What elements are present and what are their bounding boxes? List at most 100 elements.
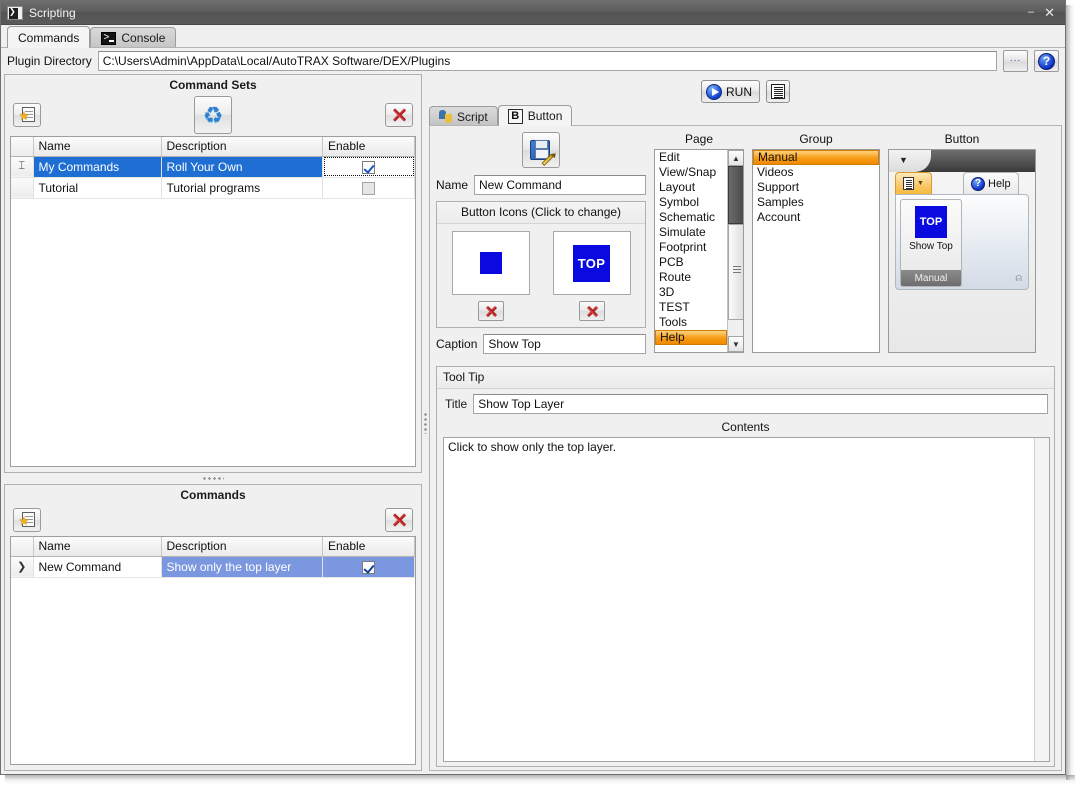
list-item[interactable]: Edit (655, 150, 727, 165)
list-item[interactable]: Symbol (655, 195, 727, 210)
list-item[interactable]: 3D (655, 285, 727, 300)
delete-large-icon-button[interactable] (578, 301, 605, 321)
list-item[interactable]: Route (655, 270, 727, 285)
list-item[interactable]: Simulate (655, 225, 727, 240)
list-item[interactable]: Samples (753, 195, 879, 210)
run-button[interactable]: RUN (701, 80, 760, 103)
list-item[interactable]: Support (753, 180, 879, 195)
expand-icon[interactable]: ⍝ (1015, 272, 1022, 285)
minimize-button[interactable]: – (1028, 7, 1034, 18)
left-pane: Command Sets ★ ♻ Name Description Enable… (4, 74, 422, 771)
tab-button[interactable]: B Button (497, 105, 573, 126)
delete-command-button[interactable] (385, 508, 413, 532)
new-item-icon: ★ (19, 106, 36, 124)
close-button[interactable]: ✕ (1044, 6, 1055, 19)
list-item[interactable]: Layout (655, 180, 727, 195)
cell-description[interactable]: Show only the top layer (161, 556, 323, 578)
list-item[interactable]: PCB (655, 255, 727, 270)
list-item[interactable]: Schematic (655, 210, 727, 225)
refresh-command-sets-button[interactable]: ♻ (194, 96, 232, 134)
cell-enable[interactable] (322, 556, 415, 578)
console-icon (101, 31, 117, 45)
tab-commands[interactable]: Commands (7, 26, 91, 48)
cell-name[interactable]: My Commands (33, 156, 162, 178)
list-item[interactable]: TEST (655, 300, 727, 315)
tooltip-title-input[interactable]: Show Top Layer (473, 394, 1048, 414)
scrollbar-thumb-upper[interactable] (728, 166, 743, 224)
tab-script[interactable]: Script (429, 106, 498, 126)
list-item[interactable]: Footprint (655, 240, 727, 255)
ribbon-button-icon[interactable]: TOP (915, 206, 947, 238)
caption-input[interactable]: Show Top (483, 334, 646, 354)
enable-checkbox[interactable] (362, 560, 375, 574)
command-sets-grid[interactable]: Name Description Enable ⌶ My Commands Ro… (10, 136, 416, 467)
list-item-selected[interactable]: Help (655, 330, 727, 345)
button-tab-body: Name New Command Button Icons (Click to … (429, 126, 1062, 771)
new-command-set-button[interactable]: ★ (13, 103, 41, 127)
page-listbox[interactable]: Edit View/Snap Layout Symbol Schematic S… (654, 149, 744, 353)
table-row[interactable]: ⌶ My Commands Roll Your Own (11, 156, 415, 178)
page-list-scrollbar[interactable]: ▲ ▼ (727, 150, 743, 352)
name-input[interactable]: New Command (474, 175, 646, 195)
delete-command-set-button[interactable] (385, 103, 413, 127)
save-icon (529, 138, 554, 167)
browse-button[interactable]: ... (1003, 50, 1028, 72)
row-indicator (11, 177, 34, 199)
delete-x-icon (391, 512, 407, 528)
document-icon (903, 177, 914, 190)
table-row[interactable]: ❯ New Command Show only the top layer (11, 556, 415, 578)
splitter-grip (424, 411, 427, 434)
table-row[interactable]: Tutorial Tutorial programs (11, 177, 415, 199)
ribbon-button-caption: Show Top (909, 241, 953, 252)
log-button[interactable] (766, 80, 790, 103)
browse-button-label: ... (1009, 52, 1022, 64)
group-listbox[interactable]: Manual Videos Support Samples Account (752, 149, 880, 353)
enable-checkbox[interactable] (362, 160, 375, 174)
large-icon-preview[interactable]: TOP (552, 231, 631, 295)
list-item[interactable]: Account (753, 210, 879, 225)
cell-name[interactable]: Tutorial (33, 177, 162, 199)
commands-toolbar: ★ (5, 504, 421, 536)
cell-description[interactable]: Tutorial programs (161, 177, 323, 199)
scrollbar-thumb[interactable] (728, 224, 743, 320)
list-item-selected[interactable]: Manual (753, 150, 879, 165)
tab-console[interactable]: Console (90, 27, 177, 48)
window-shadow-right (1066, 5, 1075, 780)
col-enable: Enable (322, 137, 415, 157)
tooltip-contents-editor[interactable]: Click to show only the top layer. (443, 437, 1050, 762)
tooltip-scrollbar[interactable] (1034, 438, 1049, 761)
col-name: Name (33, 537, 162, 557)
list-item[interactable]: View/Snap (655, 165, 727, 180)
small-icon-preview[interactable] (451, 231, 530, 295)
horizontal-splitter[interactable] (4, 473, 422, 484)
tooltip-contents-text[interactable]: Click to show only the top layer. (444, 438, 1034, 761)
large-icon-cell: TOP (552, 231, 631, 321)
scroll-up-icon[interactable]: ▲ (728, 150, 743, 166)
new-command-button[interactable]: ★ (13, 508, 41, 532)
cell-description[interactable]: Roll Your Own (161, 156, 323, 178)
tab-console-label: Console (121, 31, 166, 45)
screenshot-root: Scripting – ✕ Commands Console Plugin Di… (0, 0, 1081, 788)
commands-grid[interactable]: Name Description Enable ❯ New Command Sh… (10, 536, 416, 765)
list-item[interactable]: Videos (753, 165, 879, 180)
cell-enable[interactable] (322, 156, 415, 178)
cell-name[interactable]: New Command (33, 556, 162, 578)
save-button[interactable] (522, 132, 560, 168)
list-item[interactable]: Tools (655, 315, 727, 330)
page-list-items: Edit View/Snap Layout Symbol Schematic S… (655, 150, 727, 352)
help-button[interactable]: ? (1034, 50, 1059, 72)
vertical-splitter[interactable] (422, 74, 429, 771)
cell-enable[interactable] (322, 177, 415, 199)
delete-small-icon-button[interactable] (477, 301, 504, 321)
plugin-directory-input[interactable]: C:\Users\Admin\AppData\Local/AutoTRAX So… (97, 51, 997, 71)
group-list-items: Manual Videos Support Samples Account (753, 150, 879, 352)
table-header-row: Name Description Enable (11, 537, 415, 557)
tab-script-label: Script (457, 109, 488, 124)
scroll-down-icon[interactable]: ▼ (728, 336, 743, 352)
button-icons-title: Button Icons (Click to change) (437, 202, 645, 224)
command-sets-toolbar: ★ ♻ (5, 94, 421, 136)
ribbon-tab-help[interactable]: ? Help (963, 172, 1019, 194)
enable-checkbox[interactable] (362, 181, 375, 195)
chevron-down-icon[interactable]: ▼ (899, 155, 908, 165)
ribbon-tab-active[interactable]: ▼ (895, 172, 932, 194)
